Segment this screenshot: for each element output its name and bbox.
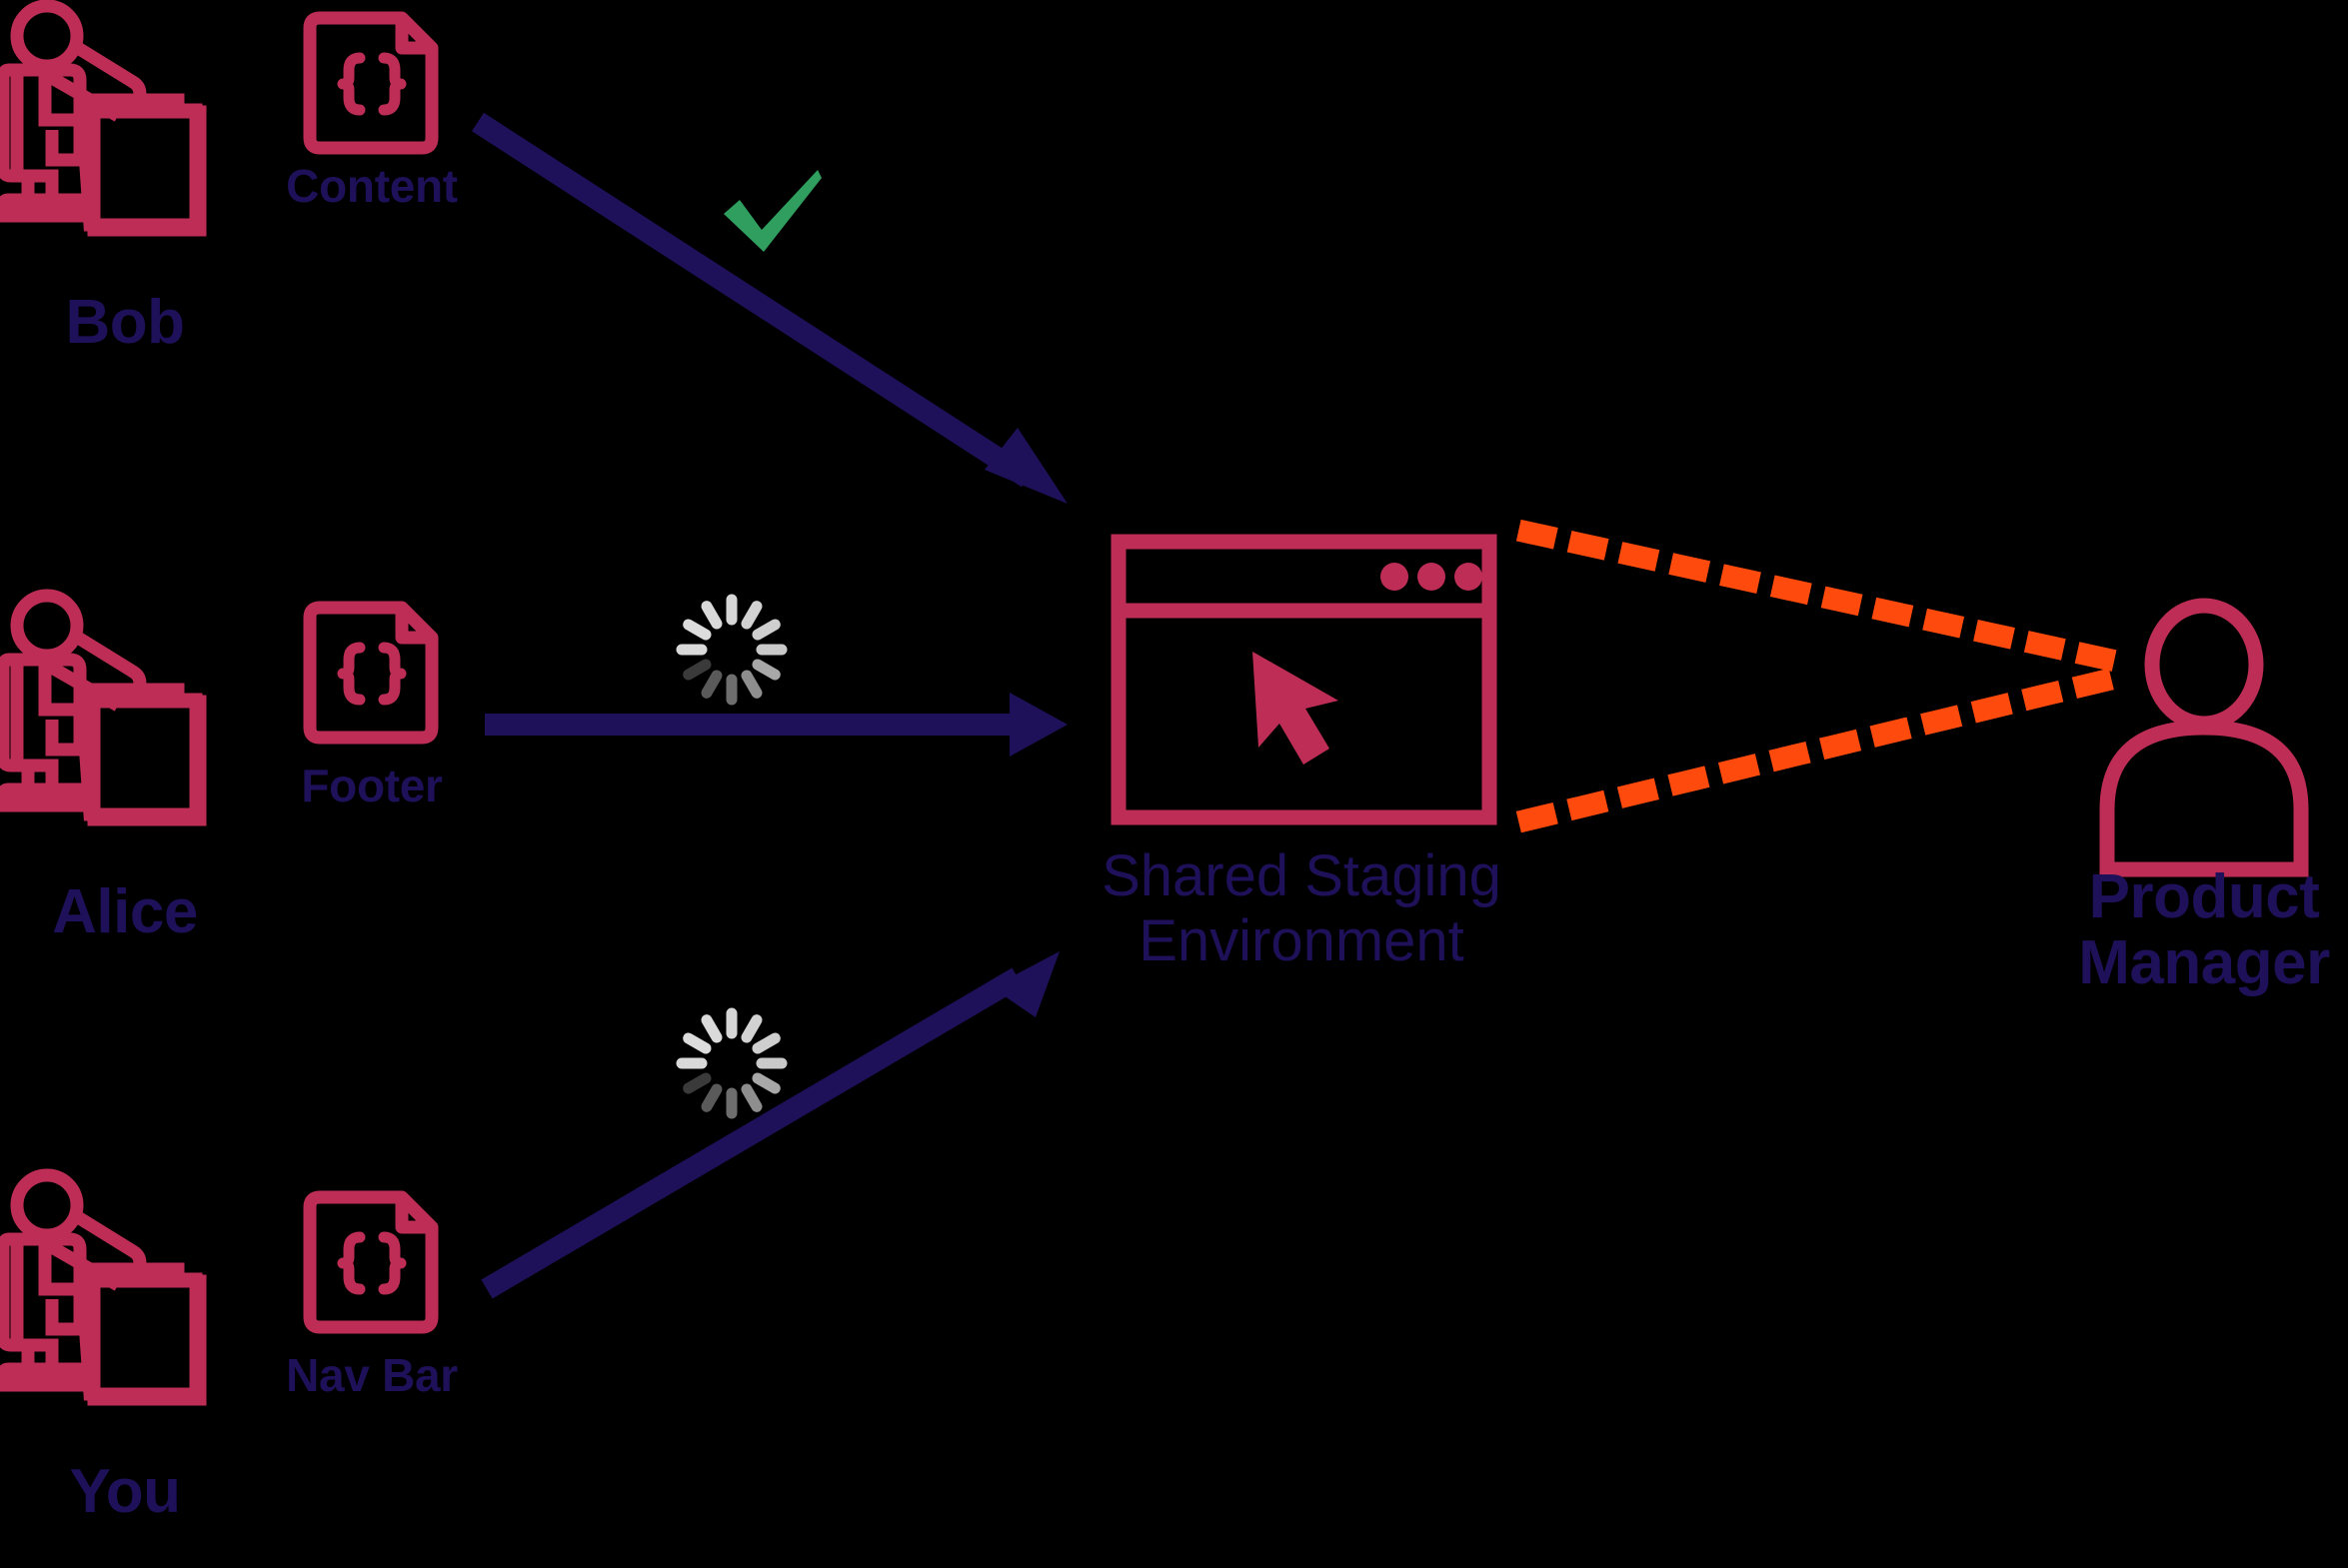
- code-file-icon: [303, 601, 439, 745]
- dotted-line-icon-lower: [1515, 666, 2123, 833]
- mouse-cursor-icon: [1252, 652, 1338, 765]
- loading-spinner-icon: [676, 594, 788, 706]
- status-alice: [668, 586, 796, 714]
- developer-group-alice: [0, 589, 260, 879]
- code-file-alice: [302, 600, 442, 746]
- developer-at-desk-icon: [0, 1168, 207, 1406]
- green-check-icon: [724, 170, 822, 252]
- code-file-icon: [303, 11, 439, 155]
- developer-label-you: You: [69, 1457, 182, 1526]
- code-file-label-bob: Content: [286, 160, 458, 212]
- status-you: [668, 999, 796, 1127]
- window-dot-1: [1380, 563, 1408, 591]
- staging-environment-window[interactable]: [1111, 534, 1497, 825]
- staging-environment-label: Shared Staging Environment: [1102, 843, 1501, 973]
- person-icon: [2099, 598, 2309, 877]
- browser-window-icon: [1111, 534, 1497, 825]
- code-file-you: [302, 1189, 442, 1335]
- developer-label-bob: Bob: [65, 288, 185, 357]
- developer-at-desk-icon: [0, 589, 207, 826]
- developer-group-you: [0, 1168, 260, 1459]
- window-dot-2: [1417, 563, 1445, 591]
- developer-group-bob: [0, 0, 260, 290]
- dotted-line-icon-upper: [1515, 519, 2123, 674]
- code-file-icon: [303, 1190, 439, 1334]
- diagram-canvas: Bob Content Alice Footer You Nav Bar Sha…: [0, 0, 2348, 1568]
- status-bob: [718, 168, 828, 268]
- product-manager-group: [2089, 595, 2319, 884]
- window-dot-3: [1454, 563, 1482, 591]
- code-file-label-you: Nav Bar: [286, 1349, 458, 1401]
- code-file-bob: [302, 10, 442, 156]
- developer-at-desk-icon: [0, 0, 207, 237]
- loading-spinner-icon: [676, 1007, 788, 1119]
- code-file-label-alice: Footer: [301, 760, 443, 811]
- product-manager-label: Product Manager: [2078, 862, 2330, 997]
- developer-label-alice: Alice: [52, 877, 198, 946]
